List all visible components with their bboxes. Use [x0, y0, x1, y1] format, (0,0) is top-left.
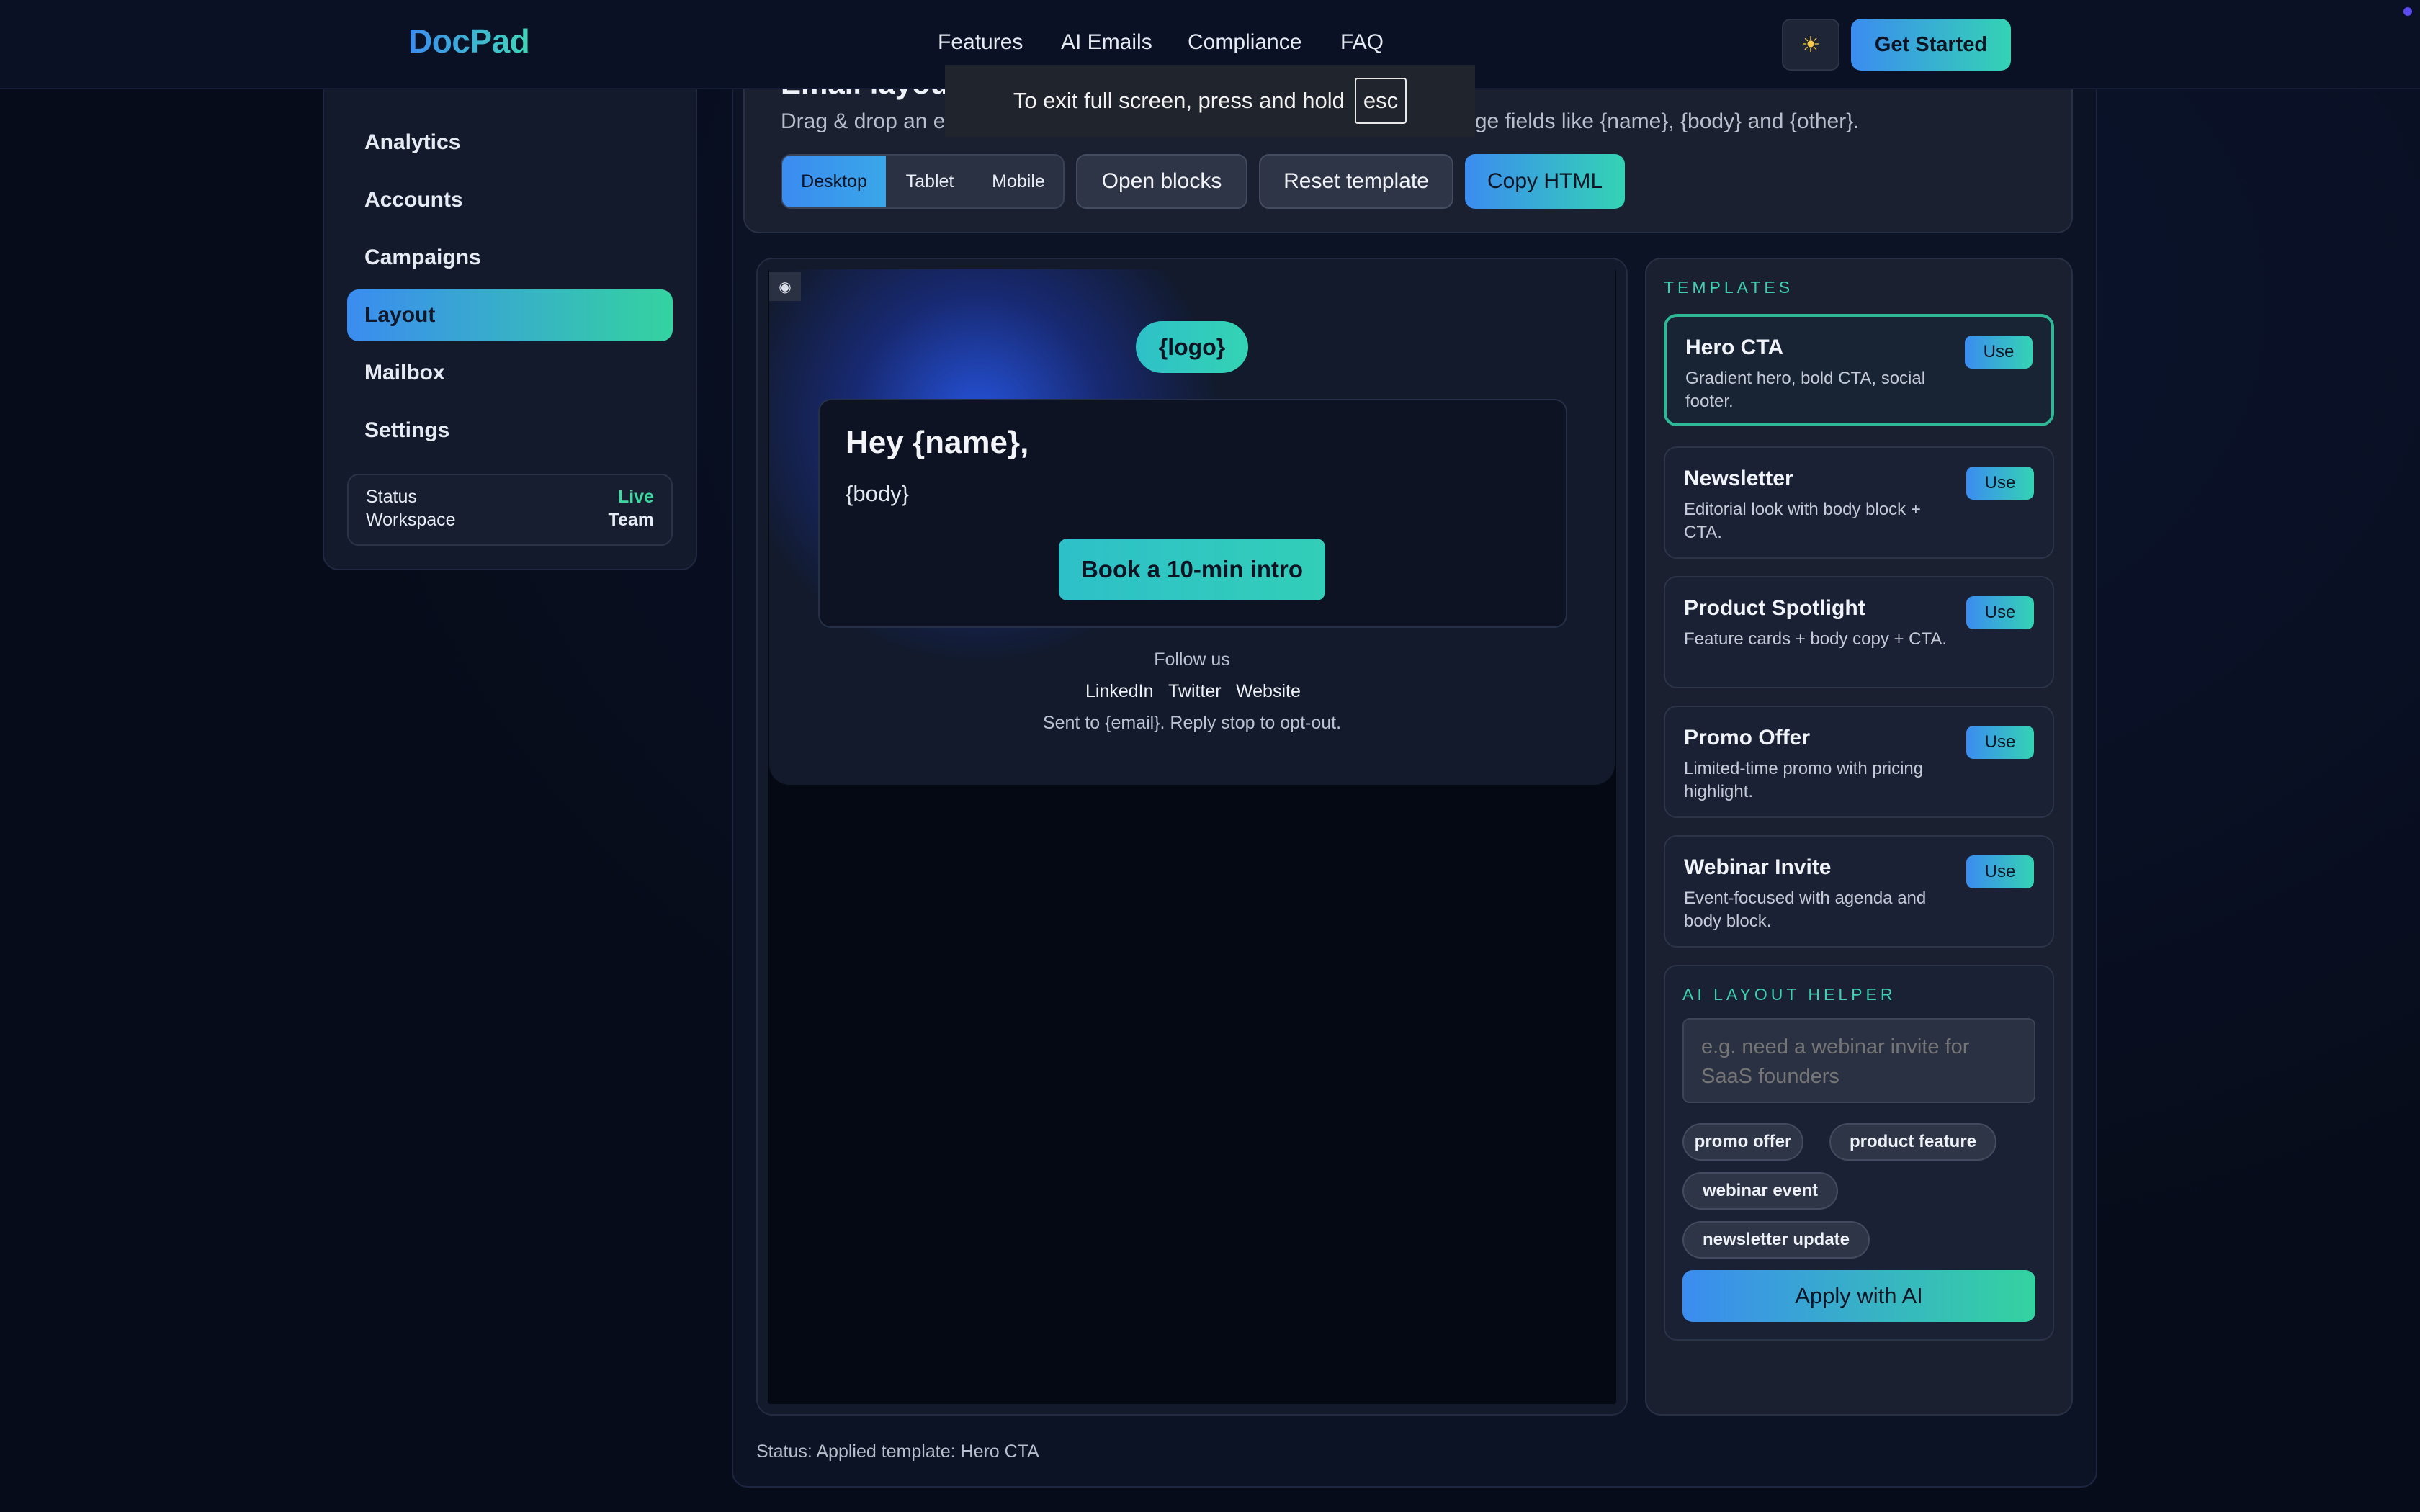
fullscreen-notice-text: To exit full screen, press and hold	[1013, 88, 1345, 113]
device-tablet-button[interactable]: Tablet	[886, 156, 974, 207]
workspace-label: Workspace	[366, 510, 456, 530]
sidebar-item-accounts[interactable]: Accounts	[347, 174, 673, 226]
apply-with-ai-button[interactable]: Apply with AI	[1682, 1270, 2035, 1322]
device-switcher: Desktop Tablet Mobile	[781, 154, 1065, 209]
brand-logo[interactable]: DocPad	[408, 22, 530, 60]
social-link-website[interactable]: Website	[1236, 681, 1301, 702]
email-logo-placeholder: {logo}	[1136, 321, 1248, 373]
sidebar-item-campaigns[interactable]: Campaigns	[347, 232, 673, 284]
social-link-linkedin[interactable]: LinkedIn	[1085, 681, 1154, 702]
nav-link-compliance[interactable]: Compliance	[1188, 30, 1301, 55]
template-name: Newsletter	[1684, 467, 1793, 490]
chip-webinar-event[interactable]: webinar event	[1682, 1172, 1838, 1210]
chip-promo-offer[interactable]: promo offer	[1682, 1123, 1803, 1161]
eye-off-glyph: ◉	[779, 279, 792, 295]
chip-product-feature[interactable]: product feature	[1829, 1123, 1996, 1161]
use-template-button[interactable]: Use	[1965, 336, 2033, 369]
ai-prompt-input[interactable]	[1682, 1018, 2035, 1103]
esc-key-badge: esc	[1354, 78, 1407, 124]
copy-html-button[interactable]: Copy HTML	[1465, 154, 1625, 209]
sidebar-item-layout[interactable]: Layout	[347, 289, 673, 341]
use-template-button[interactable]: Use	[1966, 726, 2034, 759]
ai-helper-heading: AI LAYOUT HELPER	[1682, 985, 1896, 1004]
template-name: Product Spotlight	[1684, 596, 1865, 620]
sidebar-item-settings[interactable]: Settings	[347, 405, 673, 456]
template-name: Webinar Invite	[1684, 855, 1832, 879]
nav-link-faq[interactable]: FAQ	[1340, 30, 1384, 55]
reset-template-button[interactable]: Reset template	[1259, 154, 1453, 209]
template-name: Hero CTA	[1685, 336, 1784, 359]
email-footer-text: Sent to {email}. Reply stop to opt-out.	[1042, 713, 1342, 733]
use-template-button[interactable]: Use	[1966, 596, 2034, 629]
template-card-newsletter[interactable]: Newsletter Editorial look with body bloc…	[1664, 446, 2054, 559]
template-name: Promo Offer	[1684, 726, 1811, 750]
chip-newsletter-update[interactable]: newsletter update	[1682, 1221, 1870, 1259]
social-link-twitter[interactable]: Twitter	[1168, 681, 1222, 702]
template-card-promo-offer[interactable]: Promo Offer Limited-time promo with pric…	[1664, 706, 2054, 818]
status-label: Status	[366, 487, 417, 507]
nav-link-features[interactable]: Features	[938, 30, 1023, 55]
template-desc: Feature cards + body copy + CTA.	[1684, 629, 1948, 649]
template-desc: Event-focused with agenda and body block…	[1684, 888, 1927, 931]
theme-toggle-button[interactable]: ☀	[1782, 19, 1839, 71]
use-template-button[interactable]: Use	[1966, 467, 2034, 500]
sun-icon: ☀	[1801, 32, 1821, 57]
template-desc: Limited-time promo with pricing highligh…	[1684, 759, 1924, 801]
status-badge: Live	[617, 487, 654, 507]
sidebar-item-mailbox[interactable]: Mailbox	[347, 347, 673, 399]
workspace-value: Team	[608, 510, 654, 530]
sidebar-item-analytics[interactable]: Analytics	[347, 117, 673, 168]
template-desc: Gradient hero, bold CTA, social footer.	[1685, 369, 1926, 411]
sidebar-item-label: Campaigns	[364, 246, 481, 269]
get-started-button[interactable]: Get Started	[1851, 19, 2011, 71]
fullscreen-notice: To exit full screen, press and hold esc	[945, 65, 1475, 137]
device-mobile-button[interactable]: Mobile	[974, 156, 1063, 207]
template-card-product-spotlight[interactable]: Product Spotlight Feature cards + body c…	[1664, 576, 2054, 688]
template-card-webinar-invite[interactable]: Webinar Invite Event-focused with agenda…	[1664, 835, 2054, 948]
device-desktop-button[interactable]: Desktop	[782, 156, 886, 207]
email-greeting: Hey {name},	[846, 425, 1029, 460]
workspace-status-box: Status Live Workspace Team	[347, 474, 673, 546]
sidebar-item-label: Accounts	[364, 188, 463, 212]
email-cta-button[interactable]: Book a 10-min intro	[1059, 539, 1325, 600]
sidebar-item-label: Layout	[364, 303, 436, 327]
templates-heading: TEMPLATES	[1664, 278, 1794, 297]
eye-off-icon[interactable]: ◉	[769, 272, 801, 301]
email-body-placeholder: {body}	[846, 481, 909, 506]
status-message: Status: Applied template: Hero CTA	[756, 1441, 1039, 1462]
notification-dot	[2403, 7, 2412, 16]
sidebar-item-label: Settings	[364, 418, 450, 442]
template-desc: Editorial look with body block + CTA.	[1684, 500, 1921, 542]
nav-link-ai-emails[interactable]: AI Emails	[1061, 30, 1152, 55]
use-template-button[interactable]: Use	[1966, 855, 2034, 888]
sidebar: Analytics Accounts Campaigns Layout Mail…	[323, 43, 697, 570]
sidebar-item-label: Analytics	[364, 130, 461, 154]
open-blocks-button[interactable]: Open blocks	[1076, 154, 1247, 209]
sidebar-item-label: Mailbox	[364, 361, 445, 384]
follow-us-label: Follow us	[1154, 649, 1230, 670]
template-card-hero-cta[interactable]: Hero CTA Gradient hero, bold CTA, social…	[1664, 314, 2054, 426]
